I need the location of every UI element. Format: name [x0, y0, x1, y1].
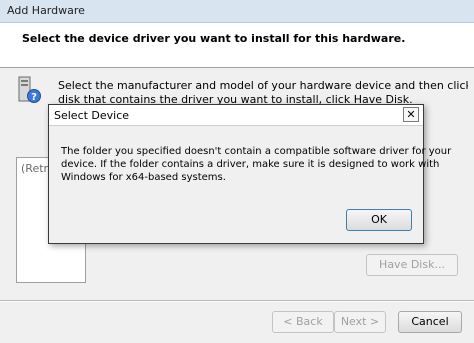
select-device-dialog: Select Device ✕ The folder you specified…: [48, 104, 452, 244]
message-line: The folder you specified doesn't contain…: [61, 146, 452, 157]
ok-button[interactable]: OK: [346, 209, 412, 231]
instructions-text: Select the manufacturer and model of you…: [58, 79, 468, 107]
have-disk-button[interactable]: Have Disk...: [366, 254, 458, 276]
next-button[interactable]: Next >: [334, 311, 386, 333]
cancel-button[interactable]: Cancel: [398, 311, 462, 333]
window-titlebar: Add Hardware: [0, 0, 474, 23]
computer-question-icon: ?: [18, 76, 41, 103]
dialog-titlebar: Select Device ✕: [49, 105, 423, 126]
close-icon[interactable]: ✕: [403, 107, 419, 122]
footer-divider: [0, 300, 474, 302]
list-placeholder: (Retri: [21, 162, 52, 175]
wizard-header: Select the device driver you want to ins…: [0, 23, 474, 68]
dialog-title: Select Device: [54, 109, 130, 122]
message-line: Windows for x64-based systems.: [61, 172, 226, 183]
svg-text:?: ?: [31, 92, 37, 103]
instructions-line: Select the manufacturer and model of you…: [58, 79, 468, 92]
message-line: device. If the folder contains a driver,…: [61, 159, 440, 170]
window-title: Add Hardware: [7, 4, 85, 17]
wizard-heading: Select the device driver you want to ins…: [22, 32, 406, 45]
back-button[interactable]: < Back: [272, 311, 334, 333]
dialog-message: The folder you specified doesn't contain…: [61, 145, 452, 184]
